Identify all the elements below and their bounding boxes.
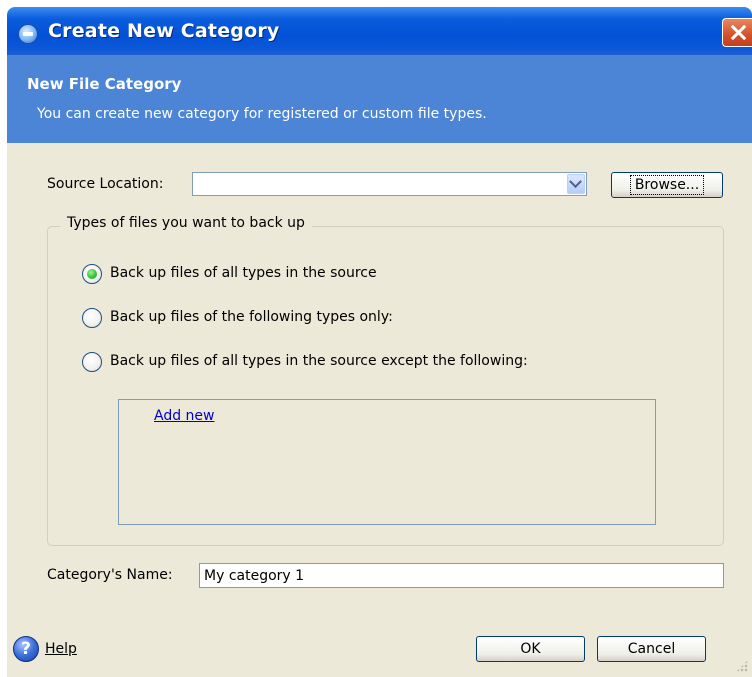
radio-all-types[interactable]	[82, 264, 102, 284]
header-banner	[7, 55, 752, 143]
radio-following-types-only[interactable]	[82, 308, 102, 328]
source-location-combobox[interactable]	[192, 172, 587, 196]
banner-title: New File Category	[27, 75, 182, 93]
close-icon[interactable]	[722, 18, 752, 47]
category-name-label: Category's Name:	[47, 567, 173, 583]
browse-button[interactable]: Browse...	[611, 172, 723, 198]
radio-all-except-following[interactable]	[82, 352, 102, 372]
radio-all-types-label[interactable]: Back up files of all types in the source	[110, 265, 377, 281]
window-title: Create New Category	[48, 20, 280, 42]
ok-button[interactable]: OK	[476, 636, 585, 662]
help-link[interactable]: Help	[45, 641, 77, 657]
radio-following-types-only-label[interactable]: Back up files of the following types onl…	[110, 309, 393, 325]
banner-description: You can create new category for register…	[37, 106, 487, 122]
file-types-legend: Types of files you want to back up	[60, 215, 312, 231]
browse-button-label: Browse...	[629, 175, 705, 195]
add-new-link[interactable]: Add new	[154, 408, 215, 424]
cancel-button-label: Cancel	[627, 641, 676, 657]
ok-button-label: OK	[520, 641, 541, 657]
source-location-label: Source Location:	[47, 176, 164, 192]
category-name-input[interactable]	[199, 563, 724, 588]
radio-all-except-following-label[interactable]: Back up files of all types in the source…	[110, 353, 528, 369]
chevron-down-icon[interactable]	[567, 174, 585, 194]
help-icon[interactable]: ?	[13, 636, 39, 662]
app-icon	[18, 24, 38, 44]
cancel-button[interactable]: Cancel	[597, 636, 706, 662]
